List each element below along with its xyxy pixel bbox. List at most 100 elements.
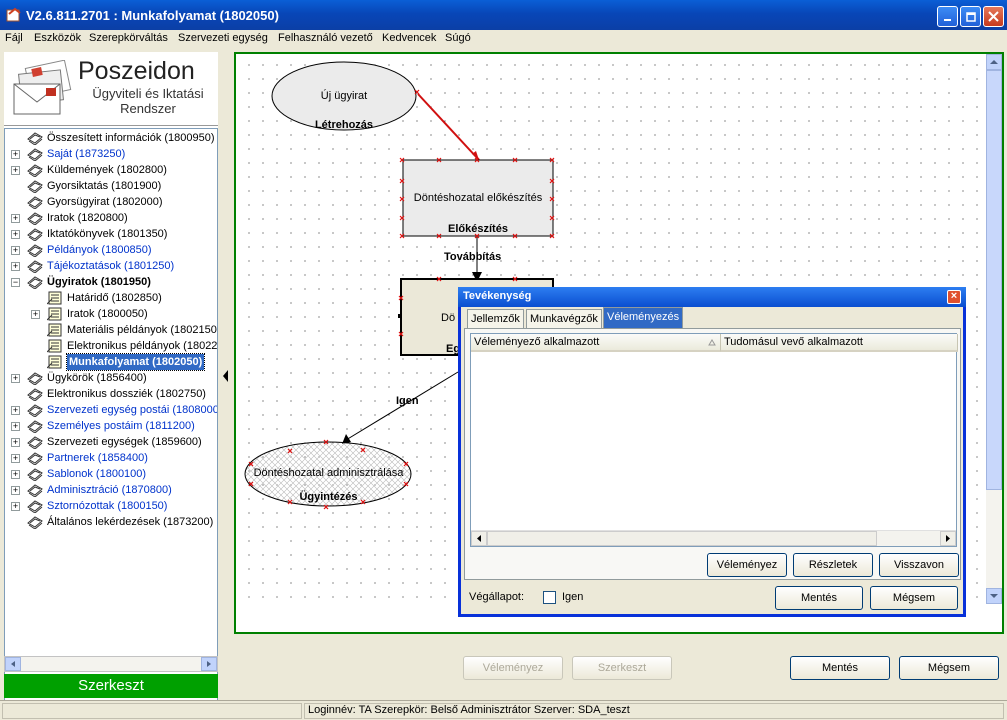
tab-opinion[interactable]: Véleményezés [603,307,684,329]
tree-item[interactable]: + Szervezeti egységek (1859600) [5,434,217,450]
connection-point [398,314,402,318]
tab-workers[interactable]: Munkavégzők [526,309,602,329]
collapse-icon[interactable]: − [11,278,20,287]
scroll-thumb[interactable] [986,70,1002,490]
opinion-button[interactable]: Véleményez [463,656,563,680]
tree-item-label: Határidő (1802850) [67,292,162,304]
menu-favorites[interactable]: Kedvencek [382,32,436,44]
collapse-panel-icon[interactable] [221,364,231,388]
expand-icon[interactable]: + [31,310,40,319]
edit-mode-bar[interactable]: Szerkeszt [4,674,218,698]
menu-file[interactable]: Fájl [5,32,23,44]
minimize-button[interactable] [937,6,958,27]
tree-item-label: Iktatókönyvek (1801350) [47,228,168,240]
tree-item[interactable]: + Iratok (1820800) [5,210,217,226]
scroll-right-button[interactable] [940,531,956,546]
expand-icon[interactable]: + [11,230,20,239]
menu-tools[interactable]: Eszközök [34,32,81,44]
column-header[interactable]: Véleményező alkalmazott [471,334,721,352]
expand-icon[interactable]: + [11,470,20,479]
arrow-up-icon [990,60,998,64]
scroll-down-button[interactable] [986,588,1002,604]
tree-item-label: Általános lekérdezések (1873200) [47,516,214,528]
opinion-dialog-button[interactable]: Véleményez [707,553,787,577]
tree-item[interactable]: + Partnerek (1858400) [5,450,217,466]
scroll-up-button[interactable] [986,54,1002,70]
expand-icon[interactable]: + [11,150,20,159]
expand-icon[interactable]: + [11,262,20,271]
tree-item[interactable]: Gyorsügyirat (1802000) [5,194,217,210]
opinion-grid[interactable]: Véleményező alkalmazott Tudomásul vevő a… [470,333,958,547]
tree-item-label: Küldemények (1802800) [47,164,167,176]
tree-item[interactable]: + Példányok (1800850) [5,242,217,258]
tree-item[interactable]: + Küldemények (1802800) [5,162,217,178]
node-caption: Ügyintézés [299,491,358,503]
cancel-button[interactable]: Mégsem [899,656,999,680]
folder-icon [27,275,43,290]
details-button[interactable]: Részletek [793,553,873,577]
tree-item-label: Elektronikus dossziék (1802750) [47,388,206,400]
menu-user-manager[interactable]: Felhasználó vezető [278,32,373,44]
scroll-left-button[interactable] [5,657,21,671]
expand-icon[interactable]: + [11,422,20,431]
dialog-close-icon[interactable]: × [947,290,961,304]
expand-icon[interactable]: + [11,166,20,175]
menu-org-unit[interactable]: Szervezeti egység [178,32,268,44]
column-header[interactable]: Tudomásul vevő alkalmazott [721,334,958,352]
menu-role-switch[interactable]: Szerepkörváltás [89,32,168,44]
tree-item[interactable]: + Szervezeti egység postái (1808000) [5,402,217,418]
folder-icon [27,131,43,146]
dialog-save-button[interactable]: Mentés [775,586,863,610]
tree-item[interactable]: Határidő (1802850) [5,290,217,306]
tree-item[interactable]: + Tájékoztatások (1801250) [5,258,217,274]
scroll-thumb[interactable] [487,531,877,546]
tree-item[interactable]: Gyorsiktatás (1801900) [5,178,217,194]
tree-horizontal-scrollbar[interactable] [4,656,218,672]
withdraw-button[interactable]: Visszavon [879,553,959,577]
grid-horizontal-scrollbar[interactable] [471,530,956,546]
folder-icon [27,419,43,434]
tab-properties[interactable]: Jellemzők [467,309,524,329]
tree-item[interactable]: Elektronikus dossziék (1802750) [5,386,217,402]
expand-icon[interactable]: + [11,486,20,495]
maximize-button[interactable] [960,6,981,27]
menu-bar: Fájl Eszközök Szerepkörváltás Szervezeti… [0,30,1007,48]
tree-item[interactable]: Általános lekérdezések (1873200) [5,514,217,530]
folder-icon [27,371,43,386]
logo-subtitle: Ügyviteli és Iktatási Rendszer [78,86,218,116]
tree-item[interactable]: + Sablonok (1800100) [5,466,217,482]
final-state-checkbox-label: Igen [562,591,584,603]
tree-item[interactable]: + Iktatókönyvek (1801350) [5,226,217,242]
expand-icon[interactable]: + [11,438,20,447]
expand-icon[interactable]: + [11,246,20,255]
canvas-vertical-scrollbar[interactable] [986,54,1002,604]
tree-item[interactable]: + Sztornózottak (1800150) [5,498,217,514]
edit-button[interactable]: Szerkeszt [572,656,672,680]
tree-item[interactable]: + Adminisztráció (1870800) [5,482,217,498]
tree-item[interactable]: − Ügyiratok (1801950) [5,274,217,290]
tree-item[interactable]: + Iratok (1800050) [5,306,217,322]
expand-icon[interactable]: + [11,374,20,383]
tree-item[interactable]: + Személyes postáim (1811200) [5,418,217,434]
tree-item[interactable]: + Saját (1873250) [5,146,217,162]
scroll-left-button[interactable] [471,531,487,546]
tree-item[interactable]: Munkafolyamat (1802050) [5,353,217,371]
close-button[interactable] [983,6,1004,27]
expand-icon[interactable]: + [11,406,20,415]
menu-help[interactable]: Súgó [445,32,471,44]
final-state-checkbox[interactable] [543,591,556,604]
expand-icon[interactable]: + [11,214,20,223]
tree-item[interactable]: Összesített információk (1800950) [5,130,217,146]
dialog-cancel-button[interactable]: Mégsem [870,586,958,610]
expand-icon[interactable]: + [11,502,20,511]
folder-icon [27,163,43,178]
tree-item[interactable]: Elektronikus példányok (180220 [5,338,217,354]
save-button[interactable]: Mentés [790,656,890,680]
tree-item[interactable]: Materiális példányok (1802150) [5,322,217,338]
scroll-right-button[interactable] [201,657,217,671]
close-icon [988,11,999,22]
tree-item[interactable]: + Ügykörök (1856400) [5,370,217,386]
tree-item-label: Partnerek (1858400) [47,452,148,464]
expand-icon[interactable]: + [11,454,20,463]
tree-item-label: Példányok (1800850) [47,244,152,256]
